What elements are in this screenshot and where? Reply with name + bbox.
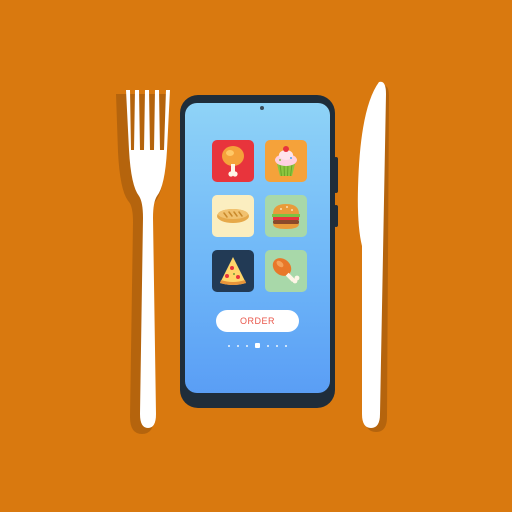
app-chicken[interactable] bbox=[212, 140, 254, 182]
page-dot[interactable] bbox=[246, 344, 248, 347]
order-button[interactable]: ORDER bbox=[216, 310, 299, 332]
app-cupcake[interactable] bbox=[265, 140, 307, 182]
smartphone: ORDER bbox=[180, 95, 338, 408]
page-dot[interactable] bbox=[237, 344, 239, 347]
page-dot[interactable] bbox=[276, 344, 278, 347]
bread-icon bbox=[212, 195, 254, 237]
page-indicator bbox=[185, 343, 330, 348]
pizza-icon bbox=[212, 250, 254, 292]
food-order-illustration: ORDER bbox=[0, 0, 512, 512]
app-pizza[interactable] bbox=[212, 250, 254, 292]
burger-icon bbox=[265, 195, 307, 237]
roast-leg-icon bbox=[265, 250, 307, 292]
volume-button bbox=[334, 157, 338, 193]
page-dot-active[interactable] bbox=[255, 343, 260, 348]
cupcake-icon bbox=[265, 140, 307, 182]
front-camera bbox=[260, 106, 264, 110]
app-bread[interactable] bbox=[212, 195, 254, 237]
app-burger[interactable] bbox=[265, 195, 307, 237]
power-button bbox=[334, 205, 338, 227]
page-dot[interactable] bbox=[228, 344, 230, 347]
knife-icon bbox=[357, 81, 389, 432]
page-dot[interactable] bbox=[285, 344, 287, 347]
app-grid bbox=[212, 140, 309, 292]
app-roast-leg[interactable] bbox=[265, 250, 307, 292]
page-dot[interactable] bbox=[267, 344, 269, 347]
phone-screen: ORDER bbox=[185, 103, 330, 393]
chicken-leg-icon bbox=[212, 140, 254, 182]
